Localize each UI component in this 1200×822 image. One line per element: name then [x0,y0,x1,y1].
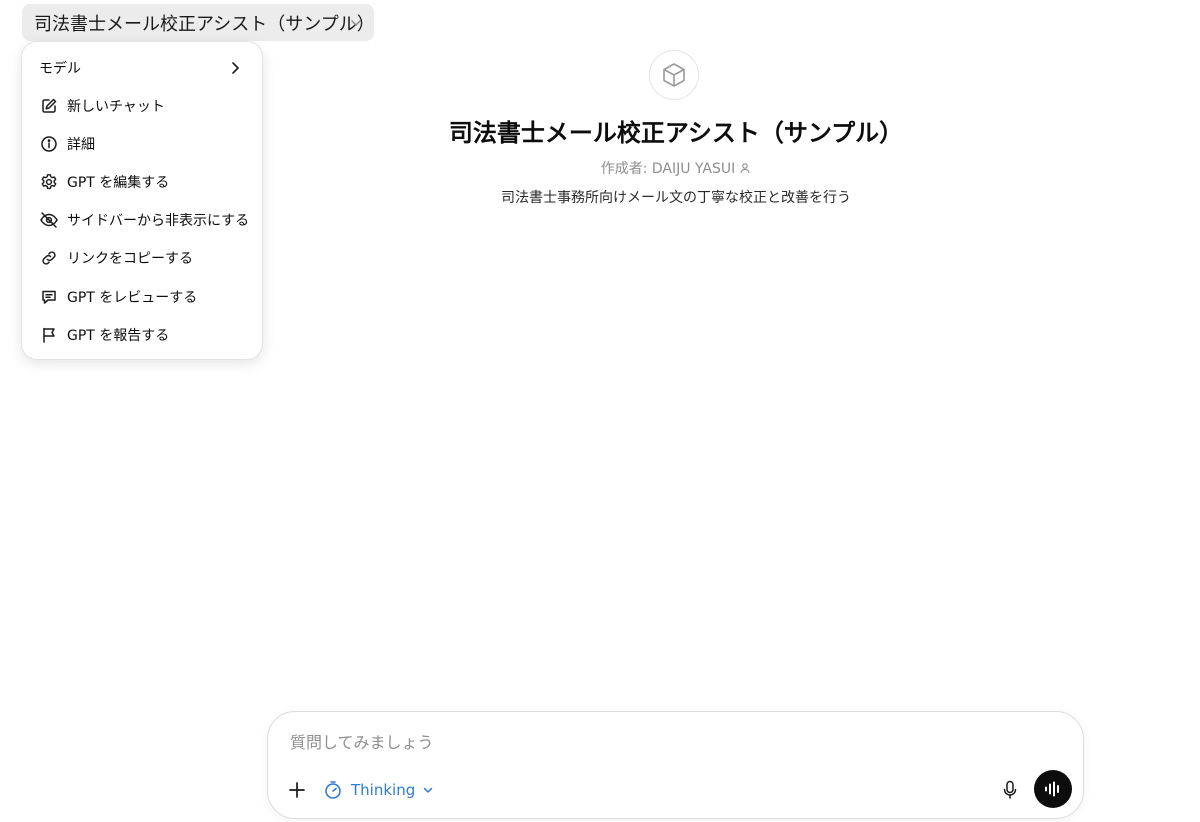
thinking-mode-label: Thinking [351,781,416,799]
prompt-input[interactable] [290,730,1050,754]
thinking-mode-selector[interactable]: Thinking [323,776,435,804]
chevron-down-icon [423,787,433,793]
menu-item-hide-from-sidebar[interactable]: サイドバーから非表示にする [28,203,256,237]
add-attachment-button[interactable] [285,778,309,802]
menu-item-label: GPT を報告する [67,328,170,344]
author-row: 作成者: DAIJU YASUI [376,158,976,178]
cube-icon [663,63,685,87]
gpt-avatar [649,50,699,100]
voice-mode-button[interactable] [1034,770,1072,808]
menu-item-report-gpt[interactable]: GPT を報告する [28,318,256,352]
composer: Thinking [267,711,1084,819]
chevron-right-icon [232,62,239,74]
author-text: 作成者: DAIJU YASUI [600,161,736,177]
menu-item-review-gpt[interactable]: GPT をレビューする [28,280,256,314]
menu-item-label: リンクをコピーする [67,251,193,267]
link-icon [39,248,59,268]
gpt-description: 司法書士事務所向けメール文の丁寧な校正と改善を行う [501,190,851,206]
flag-icon [39,325,59,345]
eye-off-icon [39,210,59,230]
gpt-name: 司法書士メール校正アシスト（サンプル） [448,119,904,147]
gpt-title-dropdown[interactable]: 司法書士メール校正アシスト（サンプル） [22,4,375,41]
review-icon [39,287,59,307]
gpt-options-menu: モデル 新しいチャット 詳細 GPT を編集する サイドバーから非表示にする リ… [21,41,263,360]
menu-item-model[interactable]: モデル [28,51,256,85]
waveform-icon [1045,781,1059,797]
person-icon [740,163,750,174]
menu-item-label: 詳細 [67,137,95,153]
menu-item-label: サイドバーから非表示にする [67,213,250,229]
menu-item-label: GPT を編集する [67,175,170,191]
chat-page: 司法書士メール校正アシスト（サンプル） モデル 新しいチャット 詳細 GPT を… [0,0,1200,822]
menu-item-details[interactable]: 詳細 [28,127,256,161]
chevron-down-icon [351,20,361,26]
menu-item-edit-gpt[interactable]: GPT を編集する [28,165,256,199]
menu-item-label: 新しいチャット [67,99,165,115]
info-icon [39,134,59,154]
plus-icon [289,782,305,798]
gpt-title-text: 司法書士メール校正アシスト（サンプル） [34,13,375,35]
timer-icon [325,781,341,799]
dictate-button[interactable] [999,778,1021,802]
menu-item-new-chat[interactable]: 新しいチャット [28,89,256,123]
edit-icon [39,96,59,116]
menu-item-label: モデル [39,61,81,77]
microphone-icon [1003,780,1017,799]
gear-icon [39,172,59,192]
menu-item-copy-link[interactable]: リンクをコピーする [28,241,256,275]
menu-item-label: GPT をレビューする [67,290,198,306]
